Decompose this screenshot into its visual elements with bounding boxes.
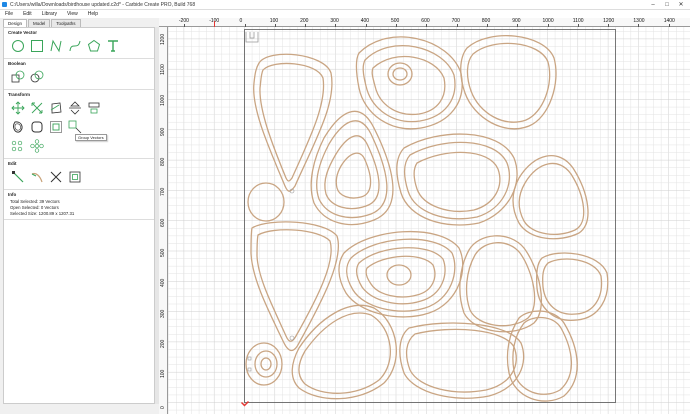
group-icon bbox=[49, 120, 62, 133]
text-tool-button[interactable] bbox=[105, 38, 120, 53]
menu-edit[interactable]: Edit bbox=[18, 11, 37, 17]
tooltip: Group Vectors bbox=[75, 134, 107, 141]
tab-model[interactable]: Model bbox=[28, 19, 51, 27]
vector-shape[interactable] bbox=[247, 182, 285, 222]
edit-title: Edit bbox=[8, 161, 17, 166]
vector-shape[interactable] bbox=[403, 141, 511, 220]
vector-shape[interactable] bbox=[247, 356, 252, 361]
move-icon bbox=[10, 100, 25, 115]
vector-shape[interactable] bbox=[466, 42, 551, 123]
transform-section: Transform bbox=[4, 90, 154, 159]
fillet-icon bbox=[31, 121, 42, 132]
boolean-section: Boolean bbox=[4, 59, 154, 90]
design-canvas[interactable]: -200-10001002003004005006007008009001000… bbox=[159, 18, 690, 414]
rotate-icon bbox=[50, 102, 61, 113]
bounding-box-button[interactable] bbox=[67, 169, 82, 184]
vector-shape[interactable] bbox=[518, 162, 585, 236]
align-button[interactable] bbox=[86, 100, 101, 115]
align-icon bbox=[88, 102, 99, 113]
polygon-tool-button[interactable] bbox=[86, 38, 101, 53]
menu-bar: File Edit Library View Help bbox=[0, 10, 690, 18]
node-edit-icon bbox=[11, 170, 23, 182]
offset-icon bbox=[12, 120, 23, 133]
create-vector-title: Create Vector bbox=[8, 30, 38, 35]
create-vector-section: Create Vector bbox=[4, 28, 154, 59]
text-icon bbox=[107, 39, 118, 52]
boolean-subtract-icon bbox=[30, 70, 43, 82]
array-pattern-icon bbox=[29, 138, 44, 153]
vector-shape[interactable] bbox=[465, 242, 536, 327]
vector-shape[interactable] bbox=[386, 264, 412, 286]
boolean-title: Boolean bbox=[8, 61, 26, 66]
scale-button[interactable] bbox=[29, 100, 44, 115]
mode-tabs: Design Model Toolpaths bbox=[3, 19, 82, 27]
circle-icon bbox=[11, 39, 24, 52]
origin-marker bbox=[240, 400, 250, 407]
edit-section: Edit bbox=[4, 159, 154, 190]
trim-icon bbox=[31, 172, 43, 182]
vector-shape[interactable] bbox=[247, 367, 252, 372]
vector-shape[interactable] bbox=[392, 67, 408, 81]
boolean-union-icon bbox=[11, 70, 24, 82]
info-section: Info Total Selected: 39 Vectors Open Sel… bbox=[4, 190, 154, 220]
selected-size: Selected Size: 1200.89 x 1207.31 bbox=[10, 210, 75, 216]
window-title: C:/Users/willa/Downloads/birdhouse updat… bbox=[10, 1, 196, 8]
tab-design[interactable]: Design bbox=[3, 19, 28, 27]
vector-shape[interactable] bbox=[254, 350, 278, 378]
menu-view[interactable]: View bbox=[62, 11, 83, 17]
polyline-tool-button[interactable] bbox=[48, 38, 63, 53]
vector-shapes[interactable] bbox=[244, 29, 616, 403]
info-title: Info bbox=[8, 192, 17, 197]
curve-tool-button[interactable] bbox=[67, 38, 82, 53]
boolean-union-button[interactable] bbox=[10, 69, 25, 84]
circle-tool-button[interactable] bbox=[10, 38, 25, 53]
vector-shape[interactable] bbox=[365, 255, 436, 298]
vector-shape[interactable] bbox=[542, 258, 603, 315]
pentagon-icon bbox=[87, 39, 100, 51]
move-button[interactable] bbox=[10, 100, 25, 115]
minimize-button[interactable]: – bbox=[646, 0, 660, 10]
trim-button[interactable] bbox=[29, 169, 44, 184]
offset-button[interactable] bbox=[10, 119, 25, 134]
close-button[interactable]: ✕ bbox=[674, 0, 688, 10]
bounding-box-icon bbox=[69, 171, 80, 182]
vector-shape[interactable] bbox=[387, 62, 413, 86]
tab-toolpaths[interactable]: Toolpaths bbox=[51, 19, 81, 27]
menu-help[interactable]: Help bbox=[83, 11, 103, 17]
boolean-subtract-button[interactable] bbox=[29, 69, 44, 84]
vector-shape[interactable] bbox=[289, 335, 295, 341]
mirror-button[interactable] bbox=[67, 100, 82, 115]
scale-icon bbox=[31, 102, 42, 113]
mirror-icon bbox=[68, 100, 81, 115]
transform-title: Transform bbox=[8, 92, 31, 97]
design-panel: Create Vector Boolean Transform Edit Inf… bbox=[3, 27, 155, 404]
fillet-button[interactable] bbox=[29, 119, 44, 134]
array-pattern-button[interactable] bbox=[29, 138, 44, 153]
window-controls: – □ ✕ bbox=[646, 0, 688, 10]
vector-shape[interactable] bbox=[512, 155, 589, 240]
menu-library[interactable]: Library bbox=[37, 11, 62, 17]
app-icon bbox=[2, 2, 7, 7]
title-bar: C:/Users/willa/Downloads/birdhouse updat… bbox=[0, 0, 690, 10]
menu-file[interactable]: File bbox=[0, 11, 18, 17]
array-circle-button[interactable] bbox=[10, 138, 25, 153]
vector-shape[interactable] bbox=[405, 328, 517, 393]
scissors-icon bbox=[50, 171, 61, 182]
curve-icon bbox=[69, 40, 80, 51]
ungroup-button[interactable] bbox=[67, 119, 82, 134]
rotate-button[interactable] bbox=[48, 100, 63, 115]
ungroup-icon bbox=[68, 120, 81, 133]
maximize-button[interactable]: □ bbox=[660, 0, 674, 10]
vector-shape[interactable] bbox=[260, 357, 272, 371]
rectangle-tool-button[interactable] bbox=[29, 38, 44, 53]
polyline-icon bbox=[50, 39, 61, 52]
node-edit-button[interactable] bbox=[10, 169, 25, 184]
vector-shape[interactable] bbox=[346, 238, 456, 312]
cut-button[interactable] bbox=[48, 169, 63, 184]
group-button[interactable] bbox=[48, 119, 63, 134]
array-circle-icon bbox=[11, 140, 22, 151]
grid bbox=[168, 27, 690, 414]
rectangle-icon bbox=[30, 39, 43, 52]
canvas-drawing[interactable] bbox=[159, 18, 690, 414]
